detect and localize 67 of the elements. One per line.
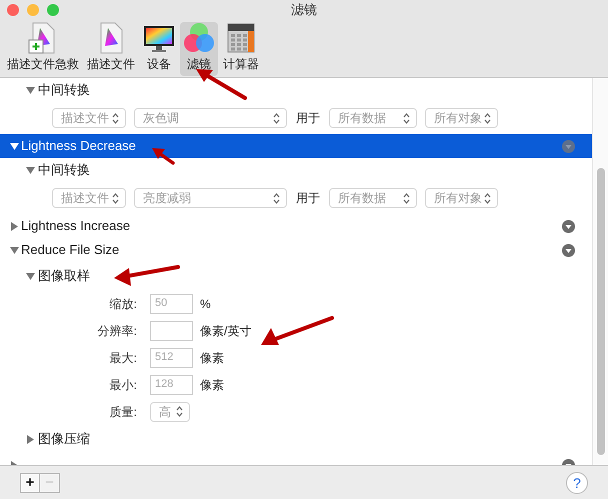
calculator-icon [226, 22, 256, 54]
disclosure-triangle-down-icon[interactable] [10, 246, 19, 254]
annotation-arrow [150, 146, 176, 166]
stepper-arrows-icon [484, 112, 491, 124]
section-label: 图像取样 [38, 267, 90, 286]
popup-button[interactable]: 所有数据 [329, 188, 417, 208]
group-label: 中间转换 [38, 161, 90, 180]
scrollbar-thumb[interactable] [596, 168, 604, 455]
stepper-arrows-icon [403, 112, 410, 124]
stepper-arrows-icon [273, 112, 280, 124]
window-title: 滤镜 [291, 1, 317, 20]
group-label: 中间转换 [38, 81, 90, 100]
toolbar-button[interactable]: 计算器 [220, 22, 262, 76]
annotation-arrow [112, 263, 182, 287]
unit-label: 像素 [200, 350, 224, 366]
field-label: 最大: [108, 350, 138, 366]
unit-label: 像素/英寸 [200, 322, 252, 340]
toolbar-button[interactable]: 描述文件急救 [4, 22, 82, 76]
popup-button[interactable]: 所有数据 [329, 108, 417, 128]
stepper-arrows-icon [484, 192, 491, 204]
toolbar-button[interactable]: 滤镜 [180, 22, 218, 76]
chevron-circle-icon[interactable] [562, 220, 575, 232]
filter-row[interactable]: Lightness Increase [0, 214, 592, 238]
disclosure-triangle-down-icon[interactable] [26, 272, 35, 280]
close-button[interactable] [7, 4, 19, 16]
stepper-arrows-icon [112, 112, 119, 124]
filter-name: Reduce File Size [21, 241, 120, 260]
popup-button[interactable]: 亮度减弱 [134, 188, 287, 208]
stepper-arrows-icon [176, 406, 183, 417]
filter-row[interactable]: Reduce File Size [0, 238, 592, 262]
filter-row[interactable]: Lightness Decrease [0, 134, 592, 158]
disclosure-triangle-down-icon[interactable] [26, 166, 35, 174]
popup-button[interactable]: 灰色调 [134, 108, 287, 128]
color-circles-icon [183, 22, 215, 54]
field-label: 质量: [108, 404, 138, 420]
field-label: 缩放: [108, 296, 138, 312]
stepper-arrows-icon [273, 192, 280, 204]
popup-button[interactable]: 高 [150, 402, 190, 422]
toolbar-button[interactable]: 设备 [140, 22, 178, 76]
field-label: 最小: [108, 376, 138, 394]
text-field[interactable]: 512 [150, 348, 193, 368]
text-field[interactable] [150, 320, 193, 340]
filter-name: Lightness Decrease [21, 137, 136, 156]
stepper-arrows-icon [112, 192, 119, 204]
section-label: 图像压缩 [38, 430, 90, 448]
popup-button[interactable]: 描述文件 [52, 108, 126, 128]
filter-name: Lightness Increase [21, 217, 130, 236]
text-field[interactable]: 50 [150, 294, 193, 314]
popup-button[interactable]: 所有对象 [425, 188, 498, 208]
for-label: 用于 [295, 110, 321, 127]
chevron-circle-icon[interactable] [562, 244, 575, 256]
for-label: 用于 [295, 190, 321, 207]
disclosure-triangle-down-icon[interactable] [10, 142, 19, 150]
unit-label: 像素 [200, 376, 224, 394]
scrollbar[interactable] [592, 78, 608, 465]
toolbar-button[interactable]: 描述文件 [84, 22, 138, 76]
stepper-arrows-icon [403, 192, 410, 204]
help-button[interactable]: ? [566, 472, 588, 494]
disclosure-triangle-right-icon[interactable] [10, 222, 19, 230]
add-button[interactable]: + [20, 472, 40, 492]
unit-label: % [200, 296, 211, 312]
text-field[interactable]: 128 [150, 374, 193, 394]
disclosure-triangle-down-icon[interactable] [26, 86, 35, 94]
popup-button[interactable]: 描述文件 [52, 188, 126, 208]
field-label: 分辨率: [96, 322, 138, 340]
disclosure-triangle-right-icon[interactable] [26, 434, 35, 444]
popup-button[interactable]: 所有对象 [425, 108, 498, 128]
